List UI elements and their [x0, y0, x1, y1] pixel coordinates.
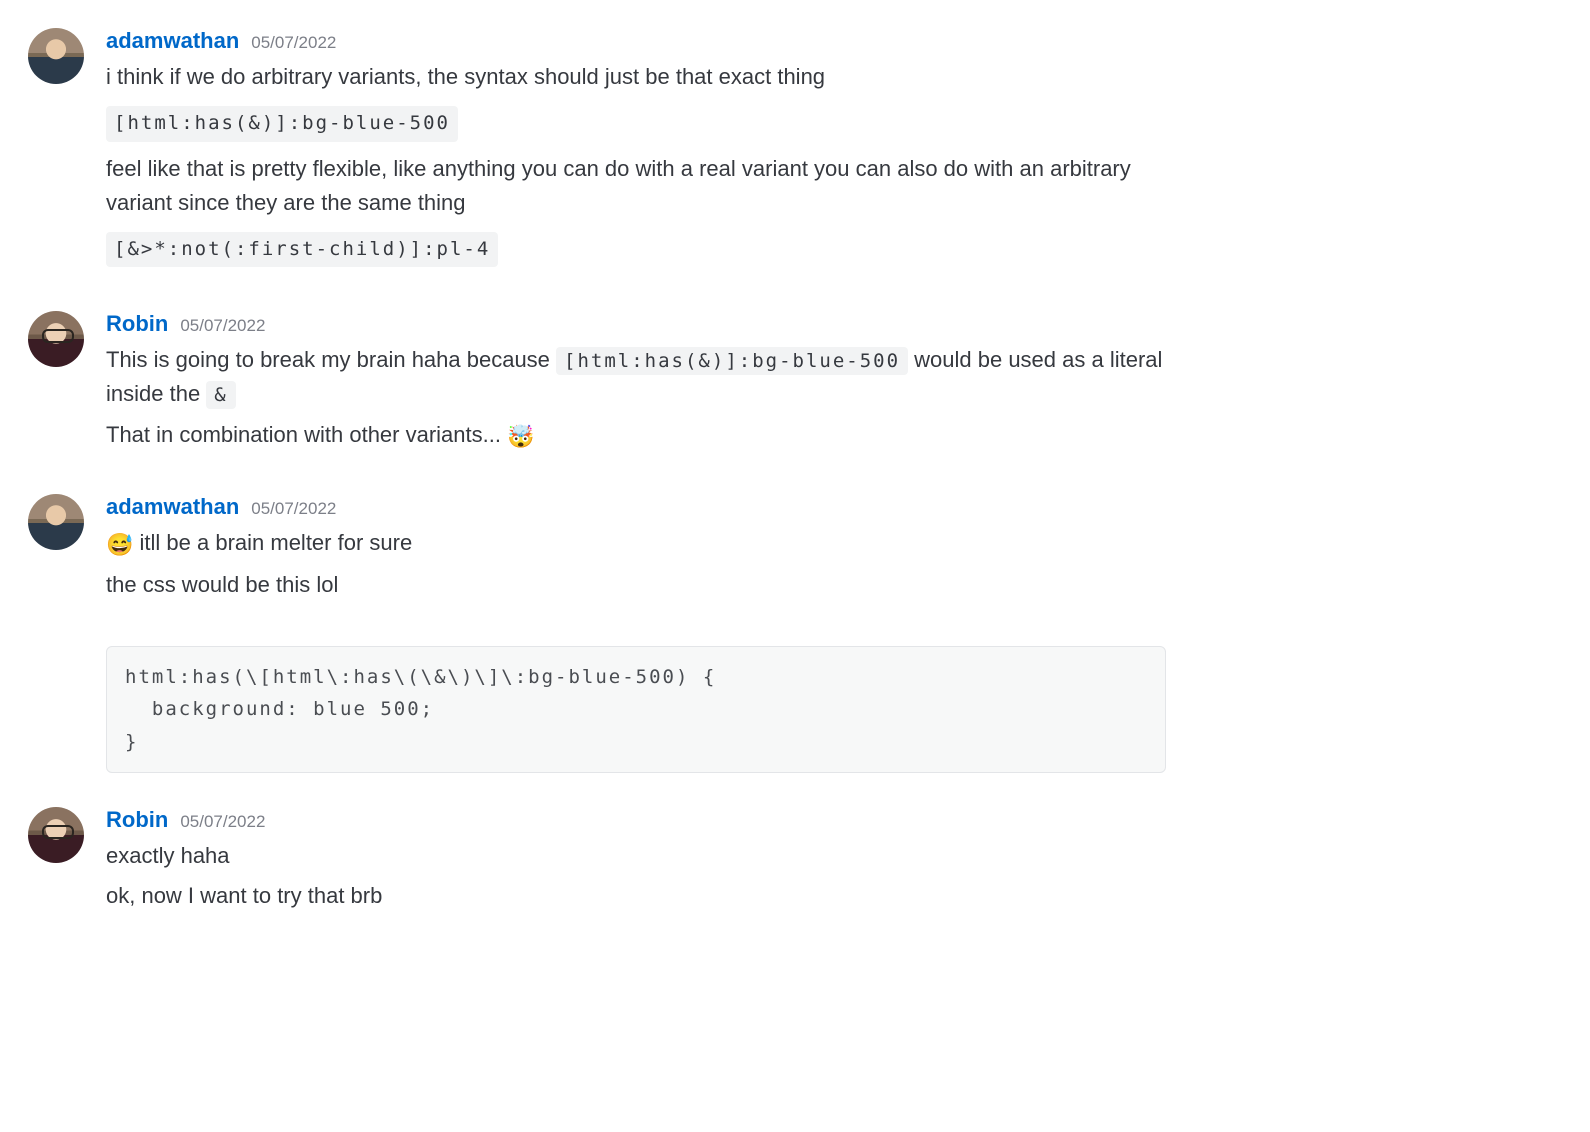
message-text: exactly haha: [106, 839, 1166, 873]
message-content: Robin 05/07/2022 exactly haha ok, now I wan…: [106, 803, 1166, 919]
avatar[interactable]: [28, 807, 84, 863]
timestamp: 05/07/2022: [180, 313, 265, 339]
inline-code: [&>*:not(:first-child)]:pl-4: [106, 232, 498, 267]
text-span: That in combination with other variants.…: [106, 422, 507, 447]
message-header: Robin 05/07/2022: [106, 307, 1166, 341]
inline-code: [html:has(&)]:bg-blue-500: [556, 347, 908, 375]
message-text: the css would be this lol: [106, 568, 1166, 602]
emoji-icon: 😅: [106, 532, 133, 557]
message-text: This is going to break my brain haha bec…: [106, 343, 1166, 411]
timestamp: 05/07/2022: [251, 30, 336, 56]
message-text: 😅 itll be a brain melter for sure: [106, 526, 1166, 562]
username[interactable]: Robin: [106, 803, 168, 837]
chat-message[interactable]: Robin 05/07/2022 exactly haha ok, now I wan…: [28, 803, 1562, 919]
timestamp: 05/07/2022: [180, 809, 265, 835]
emoji-icon: 🤯: [507, 424, 534, 449]
code-block: html:has(\[html\:has\(\&\)\]\:bg-blue-50…: [106, 646, 1166, 773]
chat-message[interactable]: adamwathan 05/07/2022 i think if we do arb…: [28, 24, 1562, 277]
code-line: [&>*:not(:first-child)]:pl-4: [106, 226, 1166, 277]
avatar[interactable]: [28, 494, 84, 550]
message-content: adamwathan 05/07/2022 😅 itll be a brain me…: [106, 490, 1166, 773]
message-text: feel like that is pretty flexible, like …: [106, 152, 1166, 220]
message-content: adamwathan 05/07/2022 i think if we do arb…: [106, 24, 1166, 277]
username[interactable]: adamwathan: [106, 490, 239, 524]
message-content: Robin 05/07/2022 This is going to break my…: [106, 307, 1166, 459]
chat-log: adamwathan 05/07/2022 i think if we do arb…: [28, 24, 1562, 919]
message-text: ok, now I want to try that brb: [106, 879, 1166, 913]
username[interactable]: Robin: [106, 307, 168, 341]
message-text: i think if we do arbitrary variants, the…: [106, 60, 1166, 94]
timestamp: 05/07/2022: [251, 496, 336, 522]
message-header: adamwathan 05/07/2022: [106, 490, 1166, 524]
text-span: This is going to break my brain haha bec…: [106, 347, 556, 372]
message-header: adamwathan 05/07/2022: [106, 24, 1166, 58]
chat-message[interactable]: adamwathan 05/07/2022 😅 itll be a brain me…: [28, 490, 1562, 773]
message-header: Robin 05/07/2022: [106, 803, 1166, 837]
message-text: That in combination with other variants.…: [106, 418, 1166, 454]
avatar[interactable]: [28, 28, 84, 84]
code-line: [html:has(&)]:bg-blue-500: [106, 100, 1166, 151]
avatar[interactable]: [28, 311, 84, 367]
username[interactable]: adamwathan: [106, 24, 239, 58]
inline-code: [html:has(&)]:bg-blue-500: [106, 106, 458, 141]
inline-code: &: [206, 381, 235, 409]
text-span: itll be a brain melter for sure: [133, 530, 412, 555]
chat-message[interactable]: Robin 05/07/2022 This is going to break my…: [28, 307, 1562, 459]
